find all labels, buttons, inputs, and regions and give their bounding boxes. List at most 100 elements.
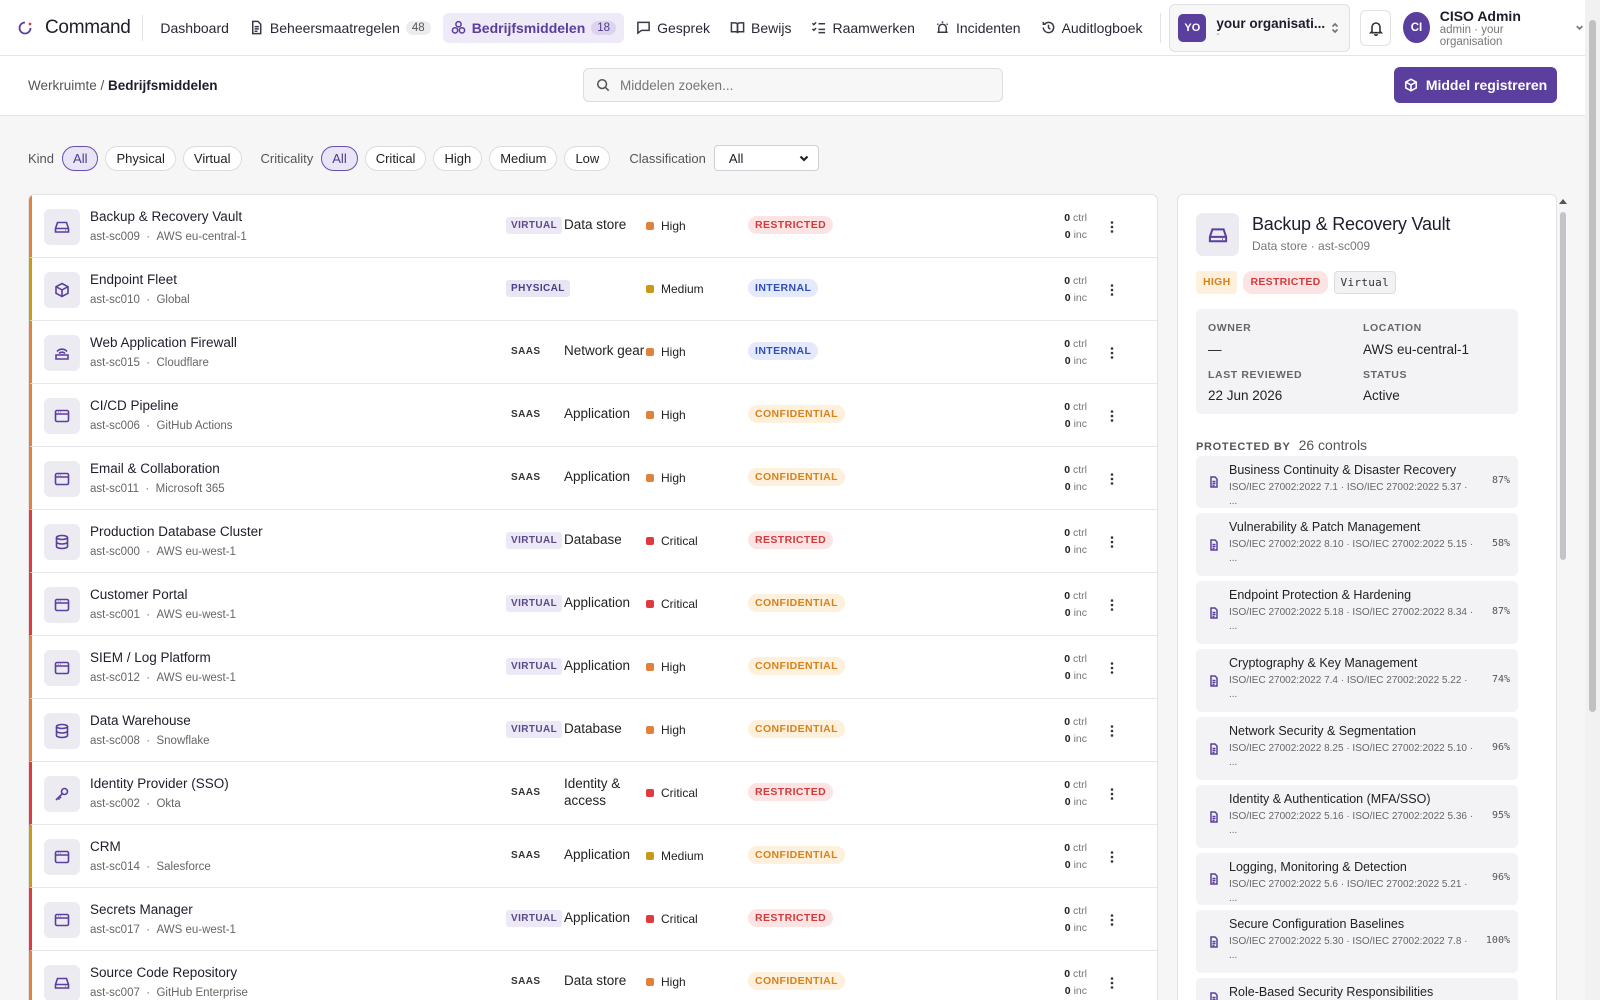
table-row[interactable]: Email & Collaboration ast-sc011 · Microso… bbox=[29, 447, 1157, 510]
table-row[interactable]: SIEM / Log Platform ast-sc012 · AWS eu-we… bbox=[29, 636, 1157, 699]
asset-name[interactable]: Web Application Firewall bbox=[90, 335, 237, 350]
kind-badge: VIRTUAL bbox=[506, 658, 563, 675]
classification-badge: CONFIDENTIAL bbox=[748, 972, 845, 990]
row-menu-button[interactable] bbox=[1102, 217, 1122, 237]
nav-incidents[interactable]: Incidenten bbox=[927, 13, 1029, 43]
nav-auditlog[interactable]: Auditlogboek bbox=[1033, 13, 1151, 43]
more-vertical-icon bbox=[1110, 536, 1114, 548]
asset-name[interactable]: Customer Portal bbox=[90, 587, 188, 602]
asset-type: Application bbox=[564, 406, 631, 421]
asset-location: Microsoft 365 bbox=[155, 483, 225, 495]
table-row[interactable]: Identity Provider (SSO) ast-sc002 · Okta S… bbox=[29, 762, 1157, 825]
row-menu-button[interactable] bbox=[1102, 532, 1122, 552]
asset-type: Database bbox=[564, 721, 622, 736]
nav-chat[interactable]: Gesprek bbox=[628, 13, 718, 43]
asset-name[interactable]: Data Warehouse bbox=[90, 713, 191, 728]
table-row[interactable]: Data Warehouse ast-sc008 · Snowflake VIRTU… bbox=[29, 699, 1157, 762]
more-vertical-icon bbox=[1110, 347, 1114, 359]
row-menu-button[interactable] bbox=[1102, 406, 1122, 426]
control-card[interactable]: Business Continuity & Disaster Recovery I… bbox=[1196, 456, 1518, 508]
window-icon bbox=[54, 472, 70, 486]
control-card[interactable]: Cryptography & Key Management ISO/IEC 270… bbox=[1196, 649, 1518, 712]
row-menu-button[interactable] bbox=[1102, 784, 1122, 804]
control-name: Cryptography & Key Management bbox=[1229, 656, 1418, 670]
criticality-label: Medium bbox=[661, 849, 704, 863]
control-card[interactable]: Vulnerability & Patch Management ISO/IEC … bbox=[1196, 513, 1518, 576]
control-card[interactable]: Secure Configuration Baselines ISO/IEC 27… bbox=[1196, 910, 1518, 973]
search-input[interactable] bbox=[620, 77, 980, 93]
control-card[interactable]: Endpoint Protection & Hardening ISO/IEC 2… bbox=[1196, 581, 1518, 644]
row-menu-button[interactable] bbox=[1102, 973, 1122, 993]
org-switcher[interactable]: YO your organisati... - bbox=[1169, 3, 1351, 52]
asset-name[interactable]: CRM bbox=[90, 839, 121, 854]
control-count: 0 bbox=[1064, 275, 1071, 287]
criticality-chip-low[interactable]: Low bbox=[564, 145, 611, 171]
asset-name[interactable]: Production Database Cluster bbox=[90, 524, 263, 539]
panel-scroll-up-arrow[interactable] bbox=[1559, 199, 1567, 204]
row-menu-button[interactable] bbox=[1102, 343, 1122, 363]
control-card[interactable]: Network Security & Segmentation ISO/IEC 2… bbox=[1196, 717, 1518, 780]
control-card[interactable]: Role-Based Security Responsibilities bbox=[1196, 978, 1518, 1000]
control-card[interactable]: Logging, Monitoring & Detection ISO/IEC 2… bbox=[1196, 853, 1518, 905]
criticality-chip-medium[interactable]: Medium bbox=[489, 145, 558, 171]
document-icon bbox=[251, 20, 262, 35]
breadcrumb-root[interactable]: Werkruimte bbox=[28, 78, 97, 93]
nav-frameworks[interactable]: Raamwerken bbox=[803, 13, 922, 43]
asset-counters: 0 ctrl 0 inc bbox=[1042, 714, 1087, 748]
panel-scrollbar-thumb[interactable] bbox=[1560, 212, 1566, 560]
control-card[interactable]: Identity & Authentication (MFA/SSO) ISO/I… bbox=[1196, 785, 1518, 848]
table-row[interactable]: Source Code Repository ast-sc007 · GitHub… bbox=[29, 951, 1157, 1000]
asset-name[interactable]: Endpoint Fleet bbox=[90, 272, 177, 287]
asset-name[interactable]: SIEM / Log Platform bbox=[90, 650, 211, 665]
more-vertical-icon bbox=[1110, 914, 1114, 926]
criticality-chip-high[interactable]: High bbox=[433, 145, 483, 171]
asset-name[interactable]: Identity Provider (SSO) bbox=[90, 776, 229, 791]
table-row[interactable]: Endpoint Fleet ast-sc010 · Global PHYSICAL… bbox=[29, 258, 1157, 321]
register-asset-button[interactable]: Middel registreren bbox=[1394, 67, 1557, 103]
asset-name[interactable]: Secrets Manager bbox=[90, 902, 193, 917]
row-menu-button[interactable] bbox=[1102, 847, 1122, 867]
notifications-button[interactable] bbox=[1360, 9, 1392, 46]
window-scrollbar-thumb[interactable] bbox=[1589, 20, 1596, 712]
table-row[interactable]: CI/CD Pipeline ast-sc006 · GitHub Actions… bbox=[29, 384, 1157, 447]
kind-badge: VIRTUAL bbox=[506, 910, 563, 927]
nav-assets[interactable]: Bedrijfsmiddelen 18 bbox=[442, 12, 625, 43]
row-menu-button[interactable] bbox=[1102, 658, 1122, 678]
incident-count-label: inc bbox=[1073, 796, 1087, 808]
kind-chip-all[interactable]: All bbox=[62, 145, 99, 171]
asset-name[interactable]: Source Code Repository bbox=[90, 965, 237, 980]
search-box[interactable] bbox=[583, 68, 1003, 102]
brand[interactable]: Command bbox=[0, 0, 131, 55]
asset-name[interactable]: Backup & Recovery Vault bbox=[90, 209, 242, 224]
criticality-chip-all[interactable]: All bbox=[321, 145, 358, 171]
nav-controls[interactable]: Beheersmaatregelen 48 bbox=[241, 13, 439, 43]
asset-name[interactable]: Email & Collaboration bbox=[90, 461, 220, 476]
table-row[interactable]: Customer Portal ast-sc001 · AWS eu-west-1… bbox=[29, 573, 1157, 636]
asset-meta: ast-sc001 · AWS eu-west-1 bbox=[90, 609, 236, 621]
chevron-down-icon[interactable] bbox=[1574, 21, 1585, 34]
page-header: Werkruimte / Bedrijfsmiddelen Middel reg… bbox=[0, 56, 1585, 116]
classification-select[interactable]: All bbox=[713, 145, 819, 171]
asset-location: AWS eu-central-1 bbox=[156, 231, 247, 243]
asset-type-icon bbox=[44, 650, 80, 686]
avatar[interactable]: CI bbox=[1403, 12, 1430, 43]
row-menu-button[interactable] bbox=[1102, 595, 1122, 615]
kind-chip-virtual[interactable]: Virtual bbox=[182, 145, 242, 171]
row-menu-button[interactable] bbox=[1102, 280, 1122, 300]
user-menu[interactable]: CISO Admin admin · your organisation bbox=[1440, 8, 1568, 48]
table-row[interactable]: CRM ast-sc014 · Salesforce SAAS Application… bbox=[29, 825, 1157, 888]
nav-dashboard[interactable]: Dashboard bbox=[152, 13, 237, 43]
control-count: 0 bbox=[1064, 464, 1071, 476]
nav-evidence[interactable]: Bewijs bbox=[722, 13, 799, 43]
asset-name[interactable]: CI/CD Pipeline bbox=[90, 398, 179, 413]
row-menu-button[interactable] bbox=[1102, 910, 1122, 930]
table-row[interactable]: Web Application Firewall ast-sc015 · Clou… bbox=[29, 321, 1157, 384]
criticality-chip-critical[interactable]: Critical bbox=[364, 145, 427, 171]
criticality-indicator: High bbox=[646, 219, 686, 233]
table-row[interactable]: Production Database Cluster ast-sc000 · A… bbox=[29, 510, 1157, 573]
row-menu-button[interactable] bbox=[1102, 469, 1122, 489]
row-menu-button[interactable] bbox=[1102, 721, 1122, 741]
table-row[interactable]: Secrets Manager ast-sc017 · AWS eu-west-1… bbox=[29, 888, 1157, 951]
kind-chip-physical[interactable]: Physical bbox=[105, 145, 176, 171]
table-row[interactable]: Backup & Recovery Vault ast-sc009 · AWS e… bbox=[29, 195, 1157, 258]
